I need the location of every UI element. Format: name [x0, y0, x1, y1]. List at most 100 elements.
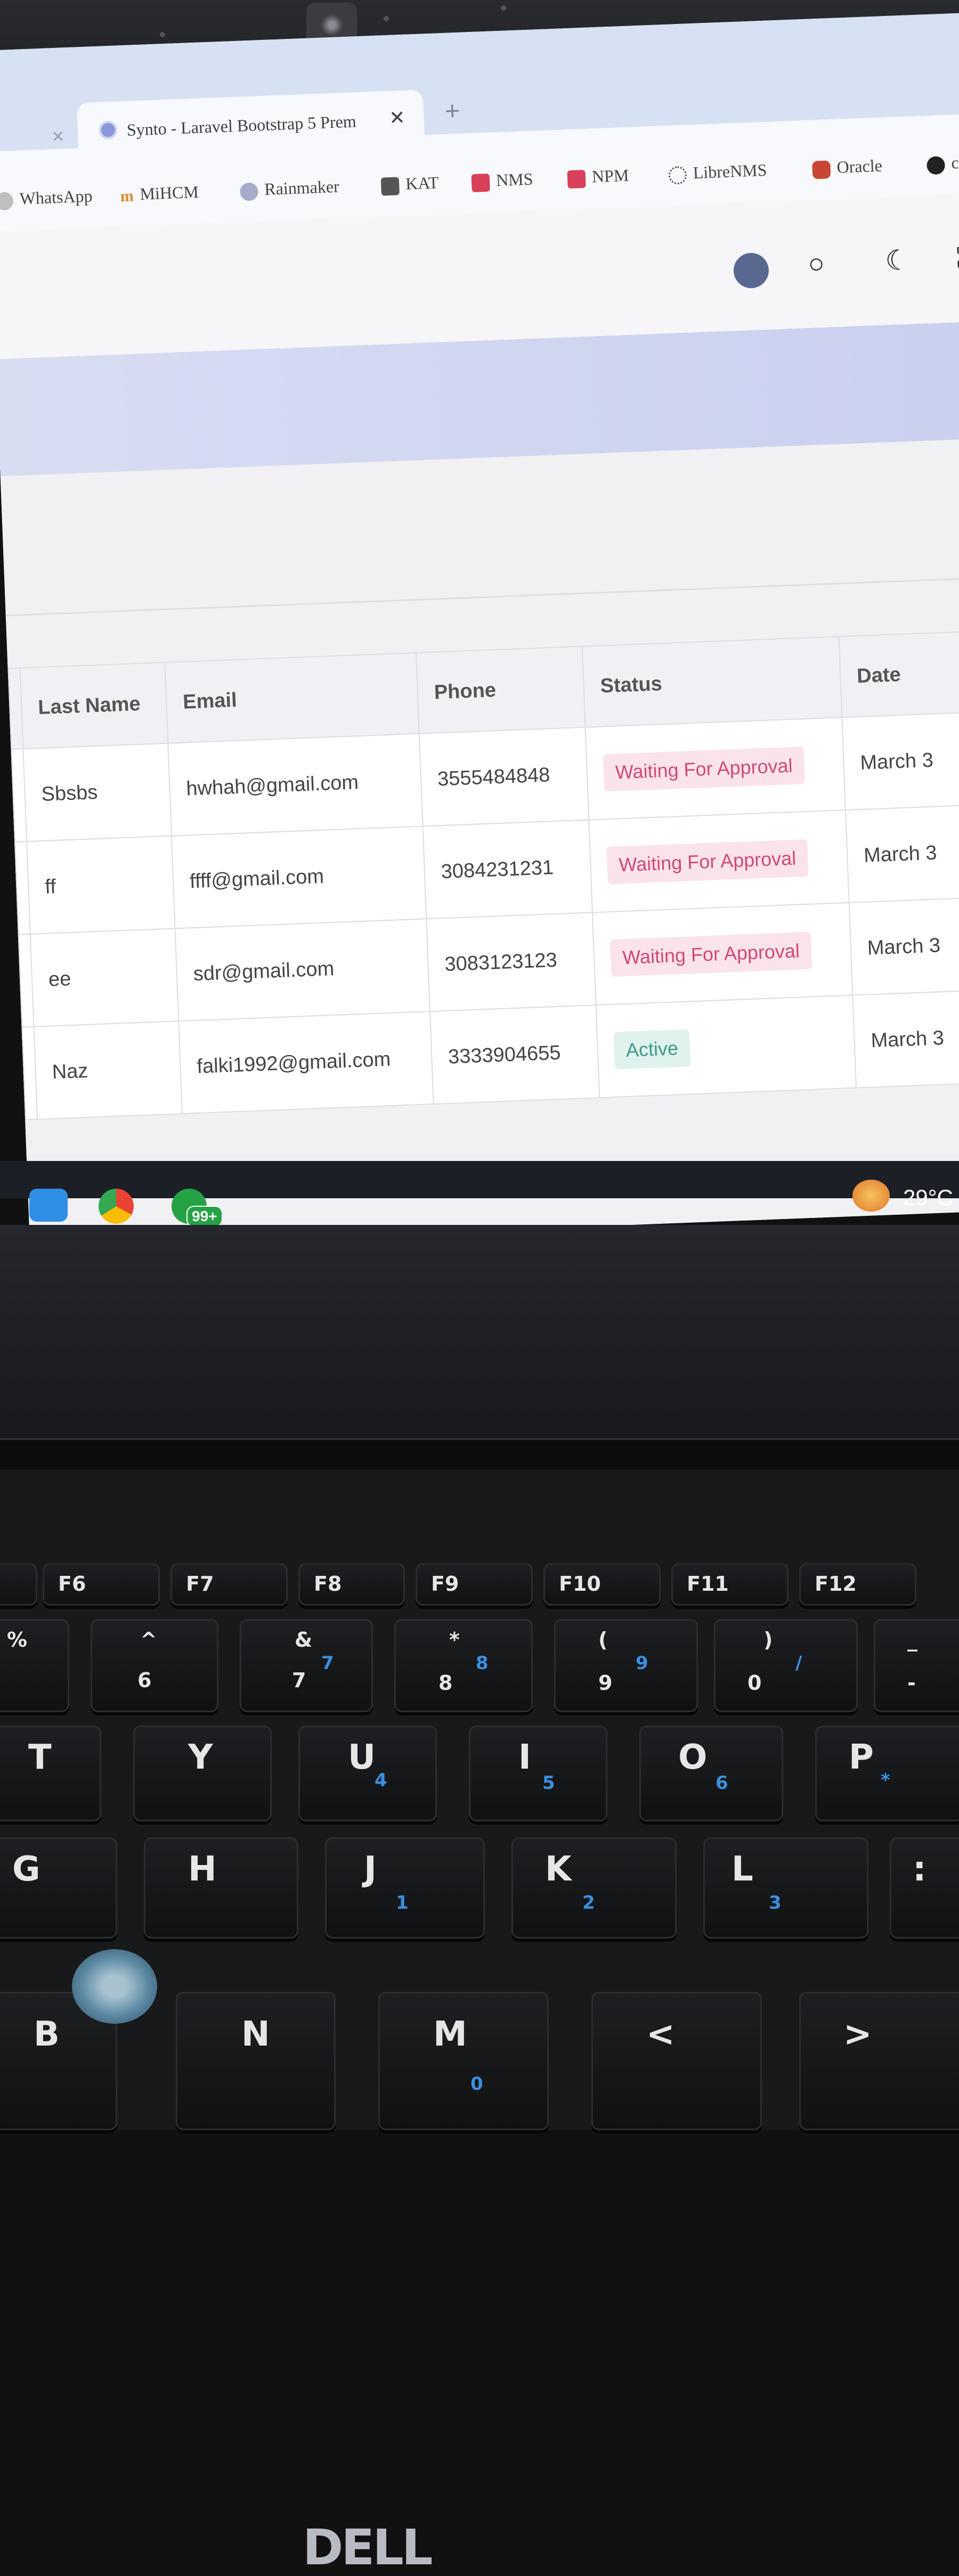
key-i[interactable]: I5: [469, 1725, 607, 1821]
key-less-than[interactable]: <: [591, 1992, 762, 2130]
trackpoint[interactable]: [72, 1949, 157, 2024]
mihcm-icon: m: [120, 187, 134, 206]
key-f7[interactable]: F7: [170, 1563, 288, 1606]
key-0[interactable]: ) 0/: [714, 1619, 858, 1712]
key-f9[interactable]: F9: [416, 1563, 533, 1606]
key-f8[interactable]: F8: [298, 1563, 405, 1606]
key-6[interactable]: ^ 6: [91, 1619, 218, 1712]
key-n[interactable]: N: [176, 1992, 336, 2130]
bookmark-kat[interactable]: KAT: [380, 173, 440, 196]
sensor-dot: [501, 5, 506, 11]
key-h[interactable]: H: [144, 1837, 298, 1939]
key-f5[interactable]: [0, 1563, 37, 1606]
key-5[interactable]: %: [0, 1619, 69, 1712]
status-cell: Waiting For Approval: [585, 717, 846, 820]
whatsapp-taskbar-button[interactable]: 99+: [172, 1189, 223, 1227]
phone-cell: 3333904655: [429, 1005, 600, 1105]
laptop-hinge: [0, 1438, 959, 1472]
sensor-dot: [384, 16, 389, 21]
column-header-phone[interactable]: Phone: [416, 646, 586, 734]
bookmark-oracle[interactable]: Oracle: [812, 156, 883, 179]
oracle-icon: [812, 160, 831, 179]
key-7[interactable]: & 7 7: [240, 1619, 373, 1712]
key-g[interactable]: G: [0, 1837, 117, 1939]
last-name-cell: Naz: [34, 1021, 182, 1119]
bookmark-librenms[interactable]: LibreNMS: [668, 160, 767, 185]
whatsapp-icon: [0, 191, 14, 211]
key-colon[interactable]: :: [890, 1837, 959, 1939]
column-header-last-name[interactable]: Last Name: [20, 662, 168, 749]
status-badge: Active: [613, 1029, 691, 1069]
status-badge: Waiting For Approval: [609, 931, 812, 977]
weather-temperature[interactable]: 29°C: [903, 1185, 953, 1211]
divider: [5, 576, 959, 617]
key-u[interactable]: U4: [298, 1725, 437, 1821]
date-cell: March 3: [845, 803, 959, 903]
key-f11[interactable]: F11: [671, 1563, 789, 1606]
column-header-date[interactable]: Date: [839, 629, 959, 718]
avatar[interactable]: [733, 252, 770, 289]
fullscreen-icon[interactable]: ⛶: [956, 242, 959, 275]
bookmark-nms[interactable]: NMS: [471, 169, 533, 192]
key-greater-than[interactable]: >: [799, 1992, 959, 2130]
tab-title: Synto - Laravel Bootstrap 5 Prem: [126, 111, 357, 140]
email-cell: sdr@gmail.com: [175, 919, 430, 1021]
key-o[interactable]: O6: [639, 1725, 783, 1821]
status-cell: Waiting For Approval: [592, 902, 853, 1005]
bookmark-cr[interactable]: cr: [926, 153, 959, 175]
email-cell: hwhah@gmail.com: [168, 733, 423, 836]
key-m[interactable]: M0: [378, 1992, 549, 2130]
column-header-email[interactable]: Email: [165, 652, 419, 743]
laptop-screen: ✕ Synto - Laravel Bootstrap 5 Prem ✕ + W…: [0, 12, 959, 1248]
key-p[interactable]: P *: [815, 1725, 959, 1821]
key-y[interactable]: Y: [133, 1725, 272, 1821]
rainmaker-icon: [239, 182, 259, 201]
search-icon[interactable]: ○: [807, 248, 825, 280]
key-f10[interactable]: F10: [543, 1563, 661, 1606]
inactive-tab-close-icon[interactable]: ✕: [51, 127, 65, 146]
bookmark-whatsapp[interactable]: WhatsApp: [0, 186, 93, 211]
bookmark-npm[interactable]: NPM: [567, 166, 629, 189]
last-name-cell: Sbsbs: [23, 743, 172, 842]
status-cell: Active: [596, 995, 856, 1098]
cr-icon: [926, 156, 946, 175]
column-header-status[interactable]: Status: [582, 636, 842, 727]
weather-icon[interactable]: [852, 1180, 890, 1212]
chrome-icon[interactable]: [99, 1189, 134, 1224]
key-f12[interactable]: F12: [799, 1563, 916, 1606]
users-table: Last Name Email Phone Status Date Sbsbs …: [7, 629, 959, 1121]
moon-icon[interactable]: ☾: [884, 244, 911, 277]
date-cell: March 3: [852, 988, 959, 1088]
notification-badge: 99+: [186, 1206, 223, 1227]
laptop-lower-bezel: DELL: [0, 1225, 959, 2576]
date-cell: March 3: [842, 710, 959, 810]
email-cell: falki1992@gmail.com: [178, 1011, 434, 1114]
date-cell: March 3: [849, 896, 959, 995]
key-j[interactable]: J1: [325, 1837, 485, 1939]
bookmark-mihcm[interactable]: m MiHCM: [120, 182, 199, 206]
status-cell: Waiting For Approval: [589, 809, 849, 913]
windows-taskbar: [0, 1161, 959, 1198]
nms-icon: [471, 173, 490, 192]
key-9[interactable]: (9 9: [554, 1619, 698, 1712]
key-f6[interactable]: F6: [43, 1563, 160, 1606]
key-k[interactable]: K2: [511, 1837, 677, 1939]
librenms-icon: [668, 166, 687, 185]
dell-logo: DELL: [303, 2519, 433, 2576]
last-name-cell: ff: [27, 836, 175, 934]
main-content: Last Name Email Phone Status Date Sbsbs …: [0, 437, 959, 1248]
key-l[interactable]: L3: [703, 1837, 868, 1939]
tab-close-icon[interactable]: ✕: [389, 107, 406, 129]
key-t[interactable]: T: [0, 1725, 101, 1821]
tab-favicon-icon: [99, 120, 118, 140]
kat-icon: [380, 176, 400, 196]
new-tab-icon[interactable]: +: [444, 96, 460, 126]
phone-cell: 3084231231: [422, 820, 592, 919]
key-minus[interactable]: _ -: [874, 1619, 959, 1712]
phone-cell: 3083123123: [426, 912, 596, 1012]
bookmark-rainmaker[interactable]: Rainmaker: [239, 177, 340, 201]
status-badge: Waiting For Approval: [606, 839, 809, 885]
app-icon[interactable]: [29, 1189, 68, 1222]
email-cell: ffff@gmail.com: [171, 826, 427, 929]
key-8[interactable]: * 8 8: [394, 1619, 533, 1712]
